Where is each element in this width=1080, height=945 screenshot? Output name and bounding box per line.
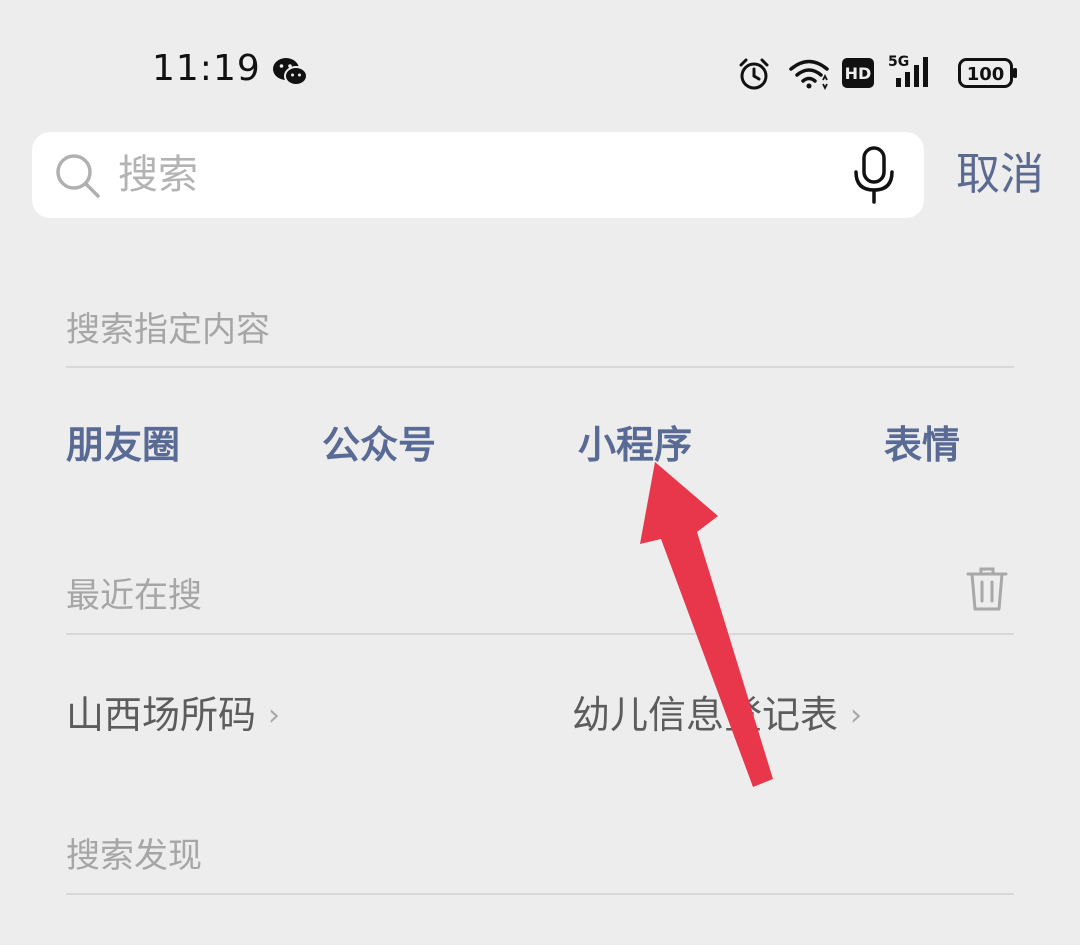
trash-icon[interactable] <box>966 566 1008 612</box>
search-box[interactable] <box>32 132 924 218</box>
svg-text:100: 100 <box>967 64 1005 85</box>
specified-section-title: 搜索指定内容 <box>66 310 270 350</box>
microphone-icon[interactable] <box>852 146 896 204</box>
type-stickers[interactable]: 表情 <box>884 414 960 469</box>
discover-section-title: 搜索发现 <box>66 836 202 876</box>
type-mini-programs[interactable]: 小程序 <box>578 414 692 469</box>
battery-icon: 100 <box>958 58 1017 88</box>
search-input[interactable] <box>118 146 818 204</box>
signal-5g-icon: 5G <box>888 54 928 87</box>
type-moments[interactable]: 朋友圈 <box>66 414 180 469</box>
chevron-right-icon: › <box>268 698 281 733</box>
search-icon <box>56 154 100 198</box>
recent-item[interactable]: 幼儿信息登记表 › <box>572 684 862 739</box>
hd-icon: HD <box>842 58 874 88</box>
recent-section-title: 最近在搜 <box>66 576 202 616</box>
recent-item-label: 山西场所码 <box>66 693 257 737</box>
wifi-icon <box>789 59 829 90</box>
recent-item-label: 幼儿信息登记表 <box>572 693 839 737</box>
cancel-button[interactable]: 取消 <box>956 142 1044 208</box>
type-official-accounts[interactable]: 公众号 <box>322 414 436 469</box>
divider <box>66 366 1014 368</box>
search-row: 取消 <box>0 132 1080 218</box>
recent-item[interactable]: 山西场所码 › <box>66 684 280 739</box>
svg-text:5G: 5G <box>888 54 909 70</box>
divider <box>66 893 1014 895</box>
status-time: 11:19 <box>152 48 261 89</box>
wechat-icon <box>273 58 308 86</box>
alarm-icon <box>739 58 769 90</box>
chevron-right-icon: › <box>850 698 863 733</box>
divider <box>66 633 1014 635</box>
svg-text:HD: HD <box>845 64 872 83</box>
status-bar: 11:19 HD 5G 100 <box>0 0 1080 140</box>
